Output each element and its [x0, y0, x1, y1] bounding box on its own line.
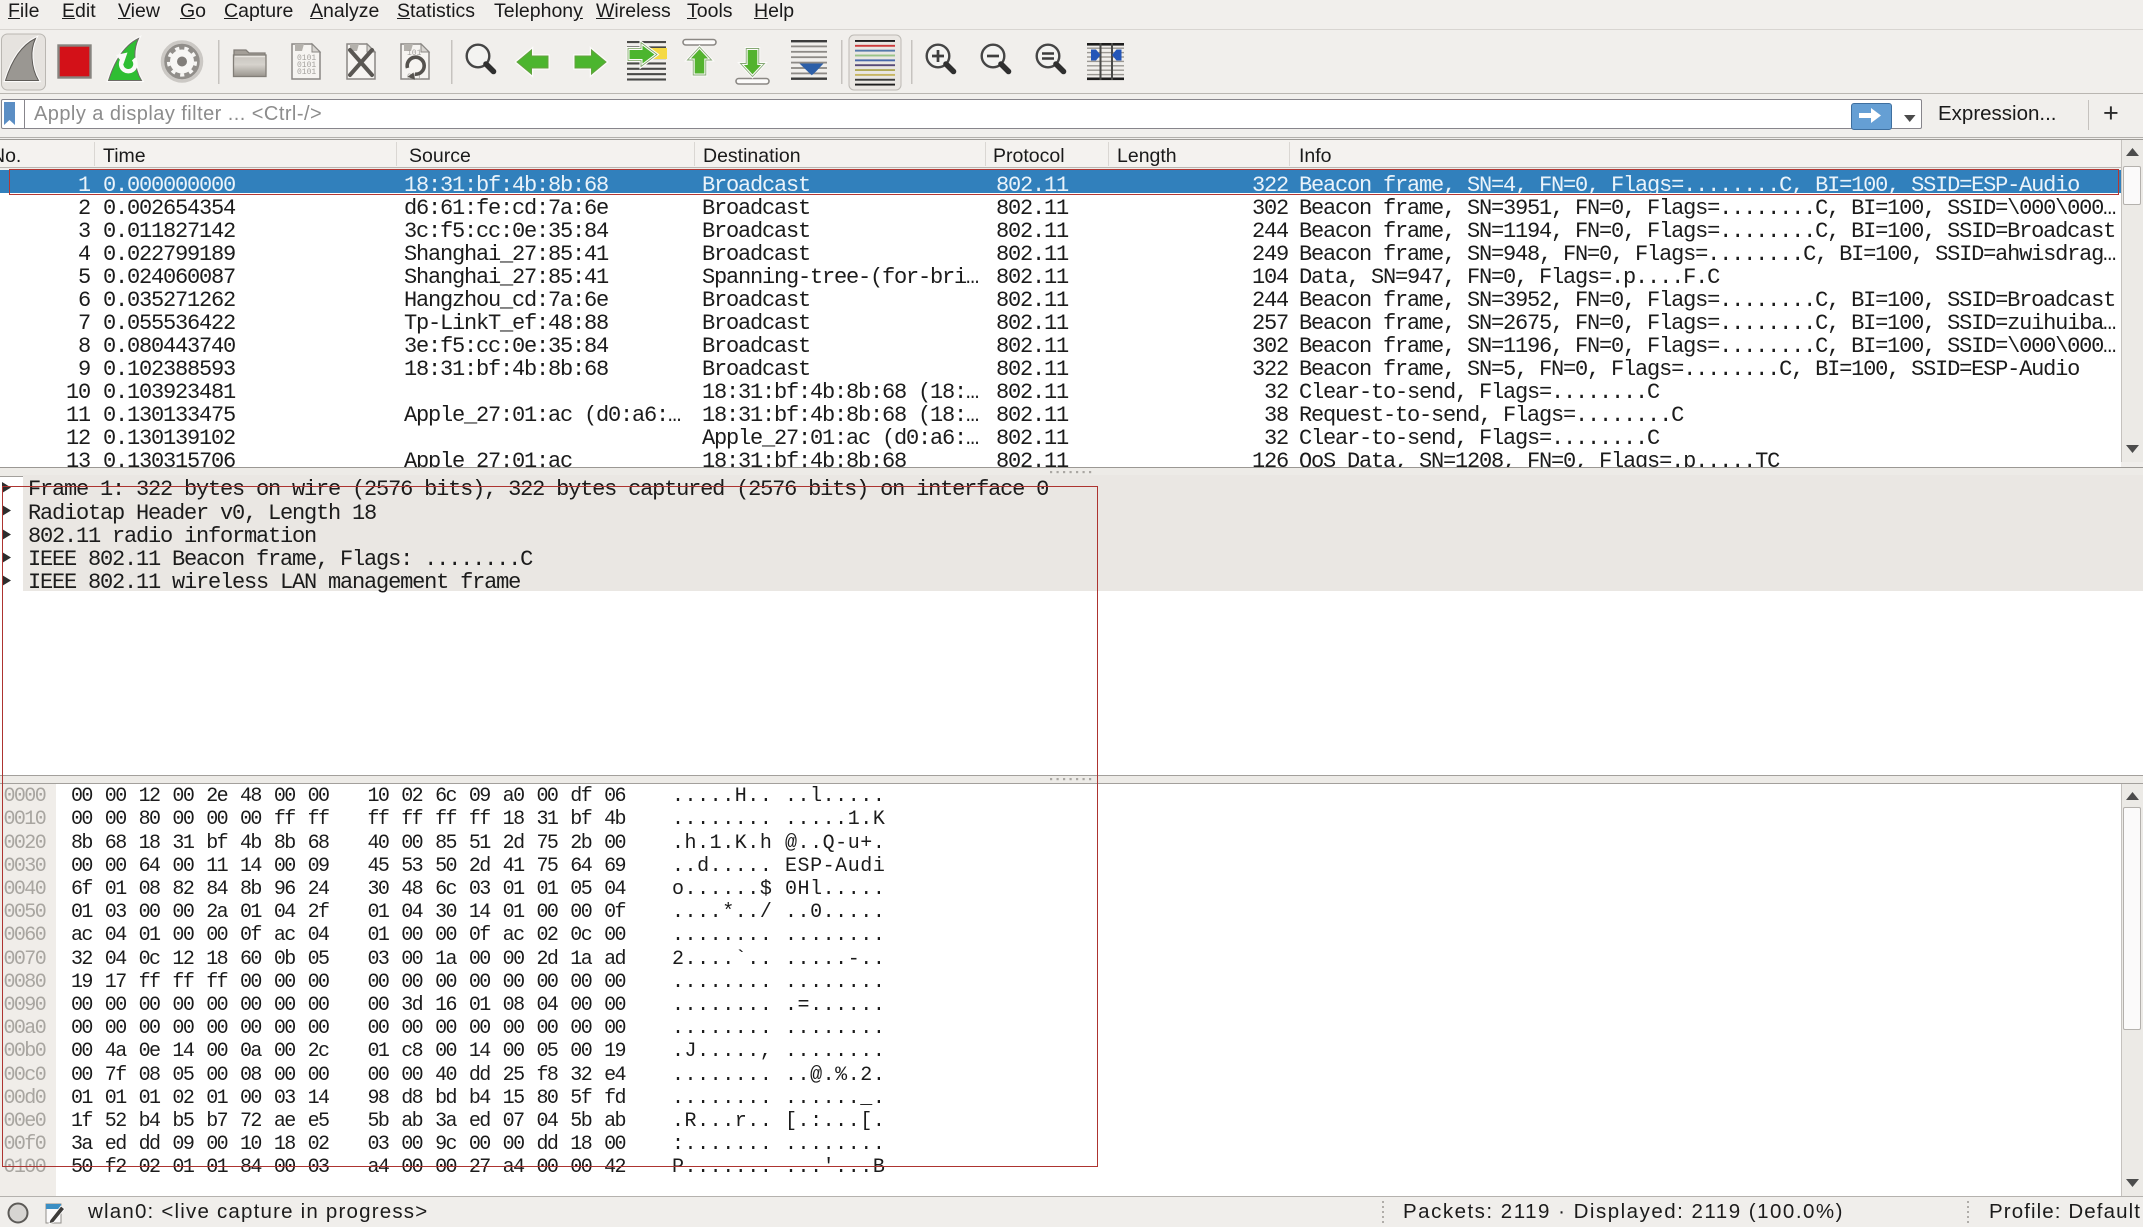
svg-text:0101: 0101 [297, 68, 316, 77]
